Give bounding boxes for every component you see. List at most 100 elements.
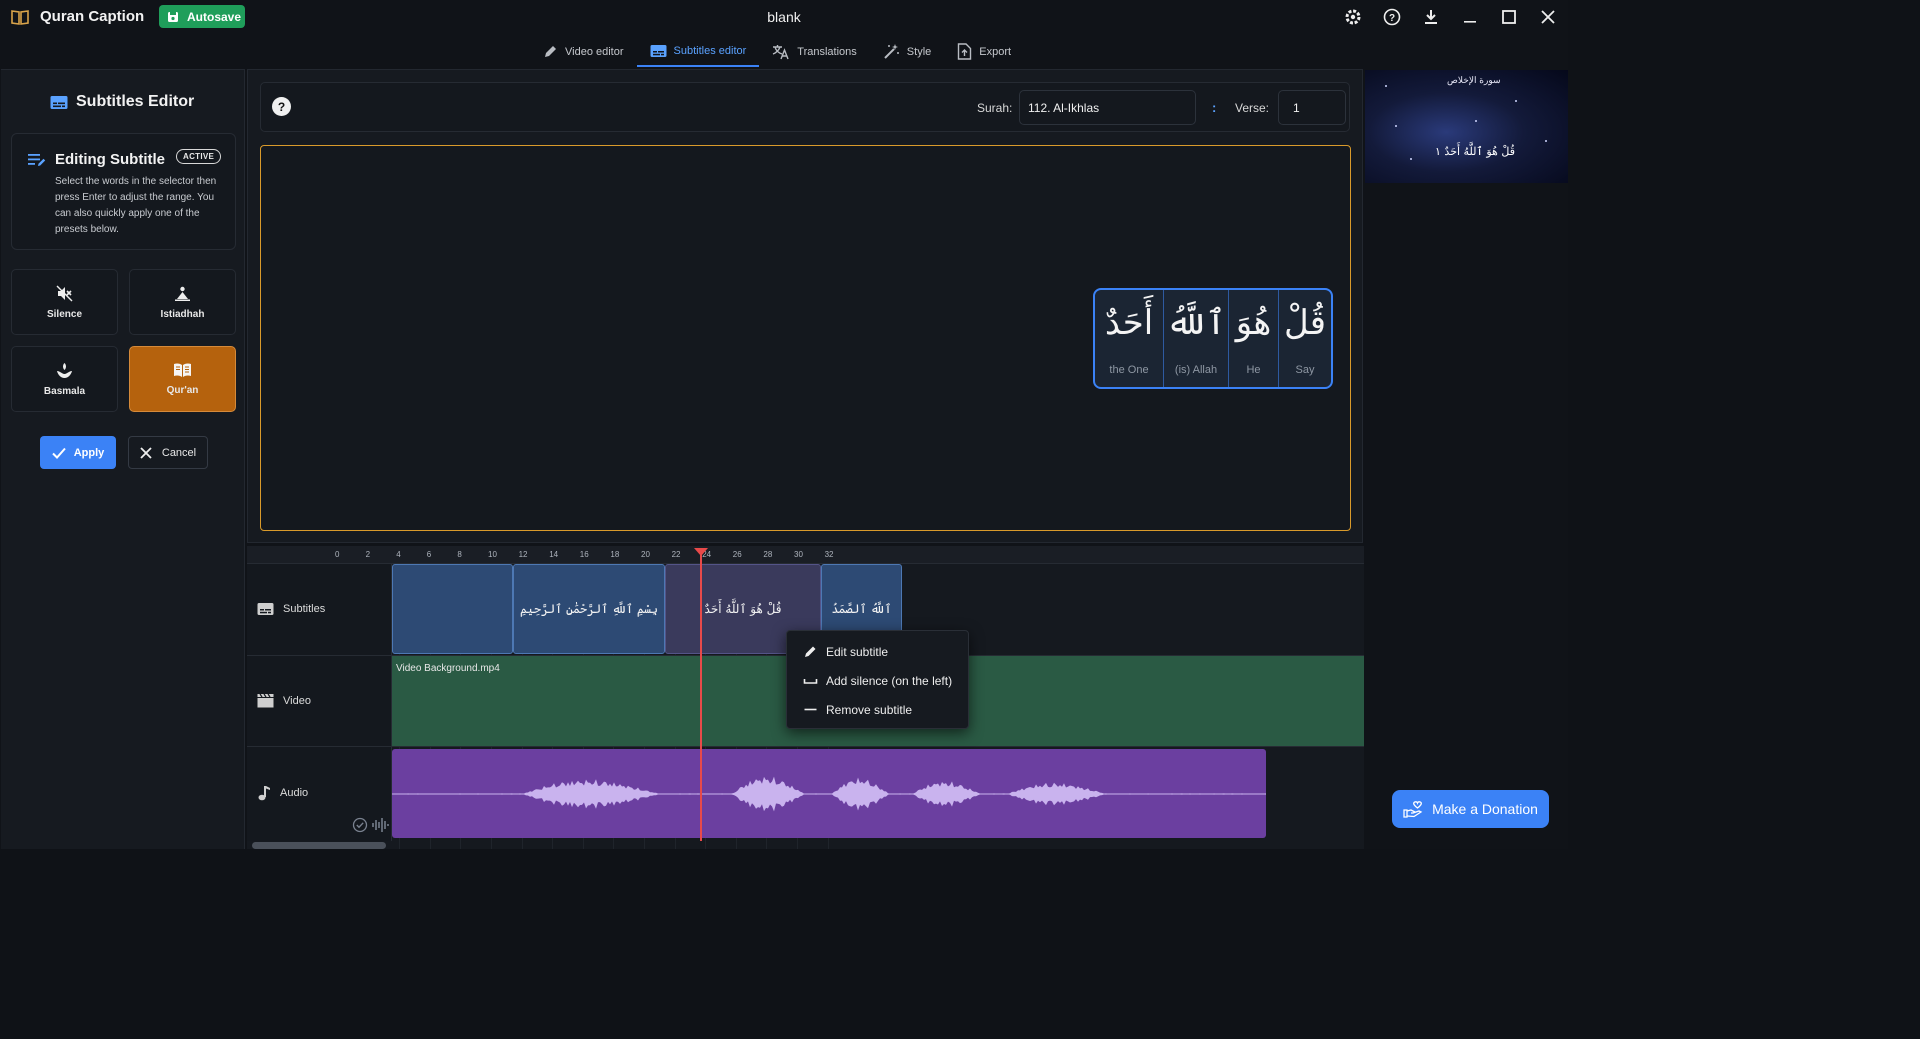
preset-basmala-button[interactable]: Basmala	[11, 346, 118, 412]
tab-subtitles-editor[interactable]: Subtitles editor	[636, 36, 760, 67]
video-clip-name: Video Background.mp4	[396, 663, 500, 674]
subtitles-track-label: Subtitles	[257, 602, 325, 616]
menu-item-label: Edit subtitle	[826, 644, 889, 659]
tick-label: 8	[457, 550, 462, 559]
preset-label: Silence	[46, 308, 83, 320]
playhead[interactable]	[700, 548, 702, 841]
track-name: Video	[283, 694, 311, 707]
minimize-icon[interactable]	[1459, 6, 1480, 27]
apply-button[interactable]: Apply	[40, 436, 116, 469]
cancel-label: Cancel	[161, 446, 197, 459]
person-prayer-icon	[175, 286, 190, 301]
hand-heart-icon	[1403, 800, 1423, 818]
word-translation: Say	[1295, 364, 1315, 376]
word-item[interactable]: هُوَ He	[1228, 290, 1278, 387]
window-controls: ?	[1342, 6, 1558, 27]
audio-waveform	[392, 776, 1266, 812]
main-tabs: Video editor Subtitles editor Translatio…	[530, 36, 1024, 68]
cancel-button[interactable]: Cancel	[128, 436, 208, 469]
word-translation: (is) Allah	[1174, 364, 1218, 376]
apply-label: Apply	[73, 446, 105, 459]
download-icon[interactable]	[1420, 6, 1441, 27]
preset-label: Basmala	[43, 385, 86, 397]
word-item[interactable]: أَحَدٌ the One	[1095, 290, 1163, 387]
preset-quran-button[interactable]: Qur'an	[129, 346, 236, 412]
subtitles-icon	[50, 95, 68, 109]
help-icon[interactable]: ?	[272, 97, 291, 116]
timeline-scrollbar[interactable]	[252, 842, 386, 849]
subtitle-context-menu: Edit subtitle Add silence (on the left) …	[786, 630, 969, 729]
word-arabic: هُوَ	[1235, 303, 1272, 343]
word-arabic: ٱللَّهُ	[1166, 303, 1226, 343]
editing-subtitle-card: Editing Subtitle ACTIVE Select the words…	[11, 133, 236, 250]
time-ruler[interactable]: 0 2 4 6 8 10 12 14 16 18 20 22 24 26 28 30 32	[247, 546, 1364, 564]
settings-icon[interactable]	[1342, 6, 1363, 27]
magic-wand-icon	[884, 44, 899, 59]
audio-clip[interactable]	[392, 749, 1266, 838]
separator-colon: :	[1212, 100, 1217, 115]
translate-icon	[773, 44, 789, 59]
tick-label: 2	[365, 550, 371, 559]
status-badge: ACTIVE	[176, 149, 222, 164]
preview-surah-header: سورة الإخلاص	[1447, 76, 1501, 86]
preset-silence-button[interactable]: Silence	[11, 269, 118, 335]
subtitles-icon	[257, 603, 274, 615]
star	[1545, 140, 1547, 142]
star	[1385, 85, 1387, 87]
surah-select[interactable]: 112. Al-Ikhlas	[1019, 90, 1196, 125]
check-circle-icon[interactable]	[352, 817, 368, 833]
video-preview[interactable]: سورة الإخلاص قُلْ هُوَ ٱللَّهُ أَحَدٌ ١	[1365, 70, 1568, 183]
help-circle-icon[interactable]: ?	[1381, 6, 1402, 27]
star	[1395, 125, 1397, 127]
edit-list-icon	[28, 154, 46, 166]
close-icon	[140, 446, 152, 459]
app-window: Quran Caption Autosave blank ? Video edi…	[0, 0, 1568, 849]
subtitle-clip[interactable]	[392, 564, 513, 654]
tab-label: Style	[906, 45, 932, 58]
verse-label: Verse:	[1235, 101, 1270, 115]
tick-label: 32	[824, 550, 834, 559]
track-name: Subtitles	[283, 603, 326, 615]
window-title: blank	[767, 9, 801, 25]
word-item[interactable]: ٱللَّهُ (is) Allah	[1163, 290, 1228, 387]
close-icon[interactable]	[1537, 6, 1558, 27]
tick-label: 26	[732, 550, 742, 559]
verse-input[interactable]: 1	[1278, 90, 1346, 125]
menu-item-label: Add silence (on the left)	[826, 673, 953, 688]
audio-track-label: Audio	[257, 785, 308, 801]
tab-export[interactable]: Export	[944, 36, 1024, 67]
check-icon	[52, 447, 66, 459]
tab-label: Export	[979, 45, 1012, 58]
word-item[interactable]: قُلْ Say	[1278, 290, 1331, 387]
pencil-icon	[545, 46, 556, 57]
tab-label: Translations	[797, 45, 857, 58]
tab-style[interactable]: Style	[870, 36, 944, 67]
waveform-icon[interactable]	[372, 817, 389, 833]
tick-label: 20	[641, 550, 650, 559]
preset-label: Qur'an	[166, 385, 199, 396]
tab-label: Subtitles editor	[673, 44, 747, 57]
subtitles-icon	[650, 44, 667, 57]
minus-icon	[804, 708, 817, 711]
donate-button[interactable]: Make a Donation	[1392, 790, 1549, 828]
mute-icon	[56, 285, 73, 301]
open-book-icon	[174, 363, 191, 377]
tab-video-editor[interactable]: Video editor	[530, 36, 637, 67]
menu-item-edit-subtitle[interactable]: Edit subtitle	[787, 637, 968, 666]
tab-translations[interactable]: Translations	[759, 36, 870, 67]
maximize-icon[interactable]	[1498, 6, 1519, 27]
selected-word-range[interactable]: أَحَدٌ the One ٱللَّهُ (is) Allah هُوَ H…	[1093, 288, 1333, 389]
tick-label: 16	[579, 550, 589, 559]
editing-description: Select the words in the selector then pr…	[55, 176, 217, 235]
menu-item-remove-subtitle[interactable]: Remove subtitle	[787, 695, 968, 724]
subtitles-editor-panel: Subtitles Editor Editing Subtitle ACTIVE…	[1, 69, 245, 849]
tab-label: Video editor	[565, 45, 624, 58]
menu-item-add-silence[interactable]: Add silence (on the left)	[787, 666, 968, 695]
preset-istiadhah-button[interactable]: Istiadhah	[129, 269, 236, 335]
video-track-label: Video	[257, 693, 311, 708]
subtitle-clip[interactable]: بِسْمِ ٱللَّهِ ٱلرَّحْمَٰنِ ٱلرَّحِيمِ	[513, 564, 665, 654]
word-arabic: أَحَدٌ	[1104, 303, 1154, 343]
word-translation: He	[1246, 364, 1261, 376]
tick-label: 0	[335, 550, 340, 559]
export-file-icon	[958, 43, 972, 60]
